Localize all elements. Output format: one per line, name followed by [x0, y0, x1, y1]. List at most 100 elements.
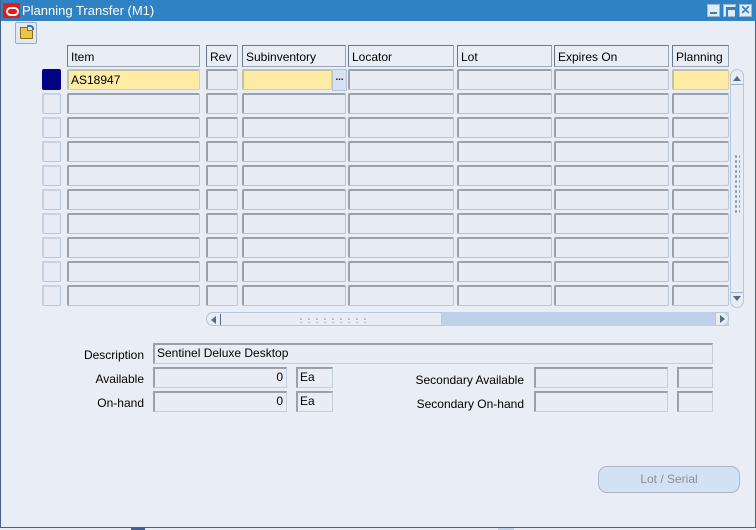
cell-lot[interactable]: [457, 285, 552, 306]
cell-lot[interactable]: [457, 117, 552, 138]
cell-planning[interactable]: [672, 261, 729, 282]
cell-item[interactable]: [67, 189, 200, 210]
cell-lot[interactable]: [457, 237, 552, 258]
record-indicator[interactable]: [42, 69, 61, 90]
record-indicator[interactable]: [42, 237, 61, 258]
cell-expires-on[interactable]: [554, 165, 669, 186]
cell-subinventory[interactable]: [242, 69, 332, 90]
cell-subinventory[interactable]: [242, 213, 346, 234]
cell-planning[interactable]: [672, 141, 729, 162]
record-indicator[interactable]: [42, 285, 61, 306]
secondary-available-uom-field[interactable]: [677, 367, 713, 388]
cell-planning[interactable]: [672, 117, 729, 138]
cell-locator[interactable]: [348, 189, 454, 210]
cell-item[interactable]: [67, 141, 200, 162]
cell-expires-on[interactable]: [554, 189, 669, 210]
cell-planning[interactable]: [672, 237, 729, 258]
cell-expires-on[interactable]: [554, 285, 669, 306]
cell-rev[interactable]: [206, 189, 238, 210]
record-indicator[interactable]: [42, 165, 61, 186]
scroll-right-icon[interactable]: [715, 312, 729, 326]
cell-subinventory[interactable]: [242, 165, 346, 186]
secondary-onhand-field[interactable]: [534, 391, 668, 412]
cell-lot[interactable]: [457, 261, 552, 282]
cell-expires-on[interactable]: [554, 117, 669, 138]
cell-expires-on[interactable]: [554, 261, 669, 282]
cell-locator[interactable]: [348, 165, 454, 186]
scroll-left-icon[interactable]: [211, 316, 216, 324]
cell-rev[interactable]: [206, 93, 238, 114]
record-indicator[interactable]: [42, 213, 61, 234]
close-button[interactable]: ✕: [739, 4, 752, 17]
record-indicator[interactable]: [42, 261, 61, 282]
cell-expires-on[interactable]: [554, 69, 669, 90]
description-field[interactable]: Sentinel Deluxe Desktop: [153, 343, 713, 364]
cell-lot[interactable]: [457, 93, 552, 114]
vertical-scrollbar[interactable]: [730, 69, 744, 308]
secondary-onhand-uom-field[interactable]: [677, 391, 713, 412]
cell-subinventory[interactable]: [242, 141, 346, 162]
cell-rev[interactable]: [206, 69, 238, 90]
cell-rev[interactable]: [206, 261, 238, 282]
cell-item[interactable]: [67, 165, 200, 186]
cell-locator[interactable]: [348, 285, 454, 306]
cell-item[interactable]: [67, 93, 200, 114]
scroll-down-icon[interactable]: [733, 296, 741, 301]
cell-expires-on[interactable]: [554, 213, 669, 234]
horizontal-scroll-thumb[interactable]: [206, 312, 442, 326]
record-indicator[interactable]: [42, 141, 61, 162]
cell-planning[interactable]: [672, 213, 729, 234]
onhand-field[interactable]: 0: [153, 391, 287, 412]
cell-subinventory[interactable]: [242, 285, 346, 306]
cell-locator[interactable]: [348, 141, 454, 162]
cell-rev[interactable]: [206, 285, 238, 306]
cell-expires-on[interactable]: [554, 237, 669, 258]
cell-rev[interactable]: [206, 141, 238, 162]
available-uom-field[interactable]: Ea: [296, 367, 333, 388]
cell-subinventory[interactable]: [242, 93, 346, 114]
cell-planning[interactable]: [672, 93, 729, 114]
cell-item[interactable]: [67, 213, 200, 234]
cell-planning[interactable]: [672, 165, 729, 186]
cell-planning[interactable]: [672, 189, 729, 210]
cell-item[interactable]: [67, 117, 200, 138]
cell-expires-on[interactable]: [554, 93, 669, 114]
cell-lot[interactable]: [457, 141, 552, 162]
horizontal-scrollbar[interactable]: [206, 312, 729, 326]
cell-expires-on[interactable]: [554, 141, 669, 162]
maximize-button[interactable]: [723, 4, 737, 19]
cell-rev[interactable]: [206, 213, 238, 234]
cell-lot[interactable]: [457, 165, 552, 186]
onhand-uom-field[interactable]: Ea: [296, 391, 333, 412]
cell-locator[interactable]: [348, 237, 454, 258]
cell-rev[interactable]: [206, 165, 238, 186]
record-indicator[interactable]: [42, 93, 61, 114]
cell-locator[interactable]: [348, 117, 454, 138]
cell-subinventory[interactable]: [242, 117, 346, 138]
cell-lot[interactable]: [457, 213, 552, 234]
scroll-grip-icon[interactable]: [734, 154, 740, 214]
cell-locator[interactable]: [348, 213, 454, 234]
cell-planning[interactable]: [672, 69, 729, 90]
record-indicator[interactable]: [42, 117, 61, 138]
scroll-up-icon[interactable]: [733, 76, 741, 81]
cell-item[interactable]: [67, 237, 200, 258]
record-indicator[interactable]: [42, 189, 61, 210]
cell-item[interactable]: [67, 285, 200, 306]
open-folder-button[interactable]: [15, 22, 37, 44]
available-field[interactable]: 0: [153, 367, 287, 388]
cell-rev[interactable]: [206, 117, 238, 138]
cell-subinventory[interactable]: [242, 261, 346, 282]
cell-locator[interactable]: [348, 69, 454, 90]
cell-lot[interactable]: [457, 69, 552, 90]
cell-rev[interactable]: [206, 237, 238, 258]
title-bar[interactable]: Planning Transfer (M1) ✕: [1, 0, 756, 21]
minimize-button[interactable]: [707, 4, 720, 17]
cell-subinventory[interactable]: [242, 189, 346, 210]
scroll-grip-icon[interactable]: [297, 317, 371, 323]
cell-lot[interactable]: [457, 189, 552, 210]
cell-subinventory[interactable]: [242, 237, 346, 258]
cell-item[interactable]: AS18947: [67, 69, 200, 90]
cell-locator[interactable]: [348, 93, 454, 114]
secondary-available-field[interactable]: [534, 367, 668, 388]
